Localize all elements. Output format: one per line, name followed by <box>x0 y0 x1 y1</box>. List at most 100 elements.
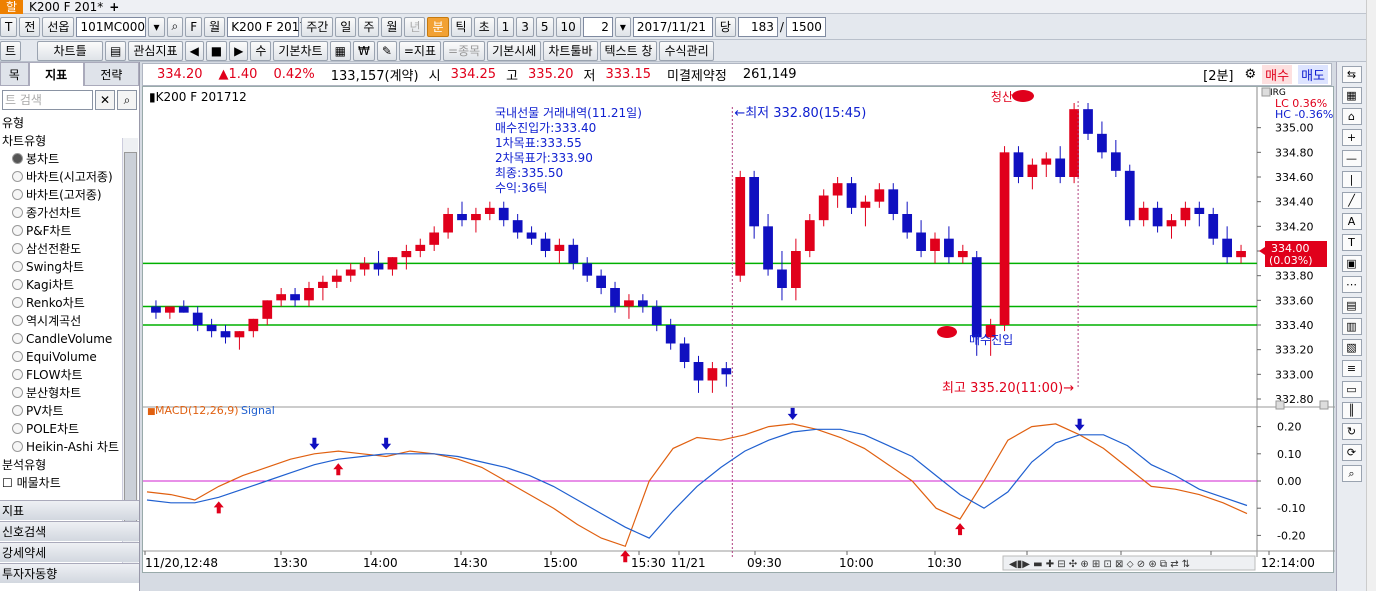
candle-body[interactable] <box>359 263 370 270</box>
app-tab-icon[interactable]: 할 <box>0 0 24 14</box>
dropdown-icon[interactable]: ▾ <box>148 16 165 37</box>
t-button[interactable]: T <box>0 16 18 37</box>
trendline-icon[interactable]: ╱ <box>1341 192 1362 209</box>
candle-body[interactable] <box>707 368 718 381</box>
auto-icon[interactable]: A <box>1341 213 1362 230</box>
chart-type-item[interactable]: 종가선차트 <box>0 204 122 222</box>
basic-quote-button[interactable]: 기본시세 <box>487 40 542 61</box>
candle-body[interactable] <box>624 300 634 307</box>
candle-body[interactable] <box>373 263 384 270</box>
refresh-icon[interactable]: ⟳ <box>1341 444 1362 461</box>
candle-body[interactable] <box>164 306 175 313</box>
candle-body[interactable] <box>1083 109 1093 134</box>
candle-body[interactable] <box>665 325 676 344</box>
candle-body[interactable] <box>331 275 342 282</box>
fx-icon[interactable]: F <box>185 16 203 37</box>
window-title[interactable]: K200 F 201* <box>29 0 103 14</box>
sync-icon[interactable]: ⇆ <box>1341 66 1362 83</box>
price-pane[interactable] <box>143 87 1257 407</box>
count-input[interactable]: 183 <box>737 16 778 37</box>
candle-body[interactable] <box>1222 238 1233 258</box>
candle-body[interactable] <box>345 269 356 276</box>
chart-type-item[interactable]: PV차트 <box>0 402 122 420</box>
candle-body[interactable] <box>1027 164 1038 177</box>
settings-icon[interactable]: ⚙ <box>1245 67 1257 82</box>
period-tab[interactable]: 틱 <box>450 16 472 37</box>
chart-type-item[interactable]: EquiVolume <box>0 348 122 366</box>
su-button[interactable]: 수 <box>250 40 272 61</box>
candle-body[interactable] <box>888 189 899 214</box>
list-button[interactable]: 트 <box>0 40 22 61</box>
candle-body[interactable] <box>471 214 481 221</box>
pane-max-icon[interactable] <box>1275 400 1285 410</box>
section-signal[interactable]: 신호검색 <box>0 521 139 541</box>
candle-body[interactable] <box>415 244 426 251</box>
interval-button[interactable]: 3 <box>516 16 534 37</box>
candle-body[interactable] <box>777 269 787 289</box>
chart-panel[interactable]: 335.00334.80334.60334.40334.20334.00333.… <box>142 86 1335 573</box>
chart-type-item[interactable]: FLOW차트 <box>0 366 122 384</box>
candle-body[interactable] <box>679 343 690 363</box>
group-analysis[interactable]: 분석유형 <box>0 456 122 474</box>
total-input[interactable]: 1500 <box>785 16 826 37</box>
candle-body[interactable] <box>651 306 662 326</box>
crosshair-icon[interactable]: + <box>1341 129 1362 146</box>
pane-min-icon[interactable] <box>1261 87 1271 97</box>
candle-body[interactable] <box>1124 170 1135 221</box>
interval-button[interactable]: 1 <box>496 16 515 37</box>
candle-body[interactable] <box>832 183 843 196</box>
basic-chart-button[interactable]: 기본차트 <box>273 40 328 61</box>
period-tab[interactable]: 일 <box>335 16 357 37</box>
candle-body[interactable] <box>554 244 565 251</box>
table-icon[interactable]: ▥ <box>1341 318 1362 335</box>
text-window-button[interactable]: 텍스트 창 <box>599 40 658 61</box>
candle-body[interactable] <box>721 368 732 375</box>
prev-button[interactable]: ◀ <box>184 40 204 61</box>
add-tab-button[interactable]: + <box>109 0 119 14</box>
chart-type-item[interactable]: 삼선전환도 <box>0 240 122 258</box>
candle-body[interactable] <box>1097 133 1107 153</box>
candle-body[interactable] <box>1041 158 1052 165</box>
candle-body[interactable] <box>971 257 982 338</box>
search-input[interactable]: 트 검색 <box>2 90 93 110</box>
window-scrollbar[interactable] <box>1366 0 1376 591</box>
indicator-button[interactable]: =지표 <box>398 40 442 61</box>
entry-marker[interactable] <box>937 326 957 338</box>
layout-icon[interactable]: ▦ <box>1341 87 1362 104</box>
tab-indicator[interactable]: 지표 <box>28 62 84 86</box>
month-button[interactable]: 월 <box>204 16 226 37</box>
checkbox-icon[interactable]: ▾ <box>614 16 631 37</box>
candle-body[interactable] <box>457 214 467 221</box>
analysis-item[interactable]: ☐ 매물차트 <box>0 474 122 492</box>
vline-icon[interactable]: | <box>1341 171 1362 188</box>
period-tab[interactable]: 월 <box>381 16 403 37</box>
candle-body[interactable] <box>1166 220 1177 227</box>
doc-icon[interactable]: ▧ <box>1341 339 1362 356</box>
sell-button[interactable]: 매도 <box>1298 65 1328 84</box>
candle-body[interactable] <box>846 183 857 208</box>
line-icon[interactable]: — <box>1341 150 1362 167</box>
pane-close-icon[interactable] <box>1319 400 1329 410</box>
next-button[interactable]: ▶ <box>229 40 249 61</box>
seonop-button[interactable]: 선옵 <box>42 16 75 37</box>
chart-type-item[interactable]: 역시계곡선 <box>0 312 122 330</box>
watchlist-button[interactable]: 관심지표 <box>128 40 183 61</box>
candle-body[interactable] <box>902 214 913 233</box>
chart-type-item[interactable]: 봉차트 <box>0 150 122 168</box>
candle-body[interactable] <box>512 220 523 233</box>
exit-marker[interactable] <box>1012 90 1034 102</box>
cycle-icon[interactable]: ↻ <box>1341 423 1362 440</box>
grid-icon[interactable]: ▤ <box>1341 297 1362 314</box>
candle-body[interactable] <box>582 263 593 276</box>
candle-body[interactable] <box>248 318 259 332</box>
search-icon[interactable]: ⌕ <box>166 16 184 37</box>
candle-body[interactable] <box>151 306 161 313</box>
chart-type-item[interactable]: POLE차트 <box>0 420 122 438</box>
zoom-icon[interactable]: ⌕ <box>1341 465 1362 482</box>
candle-body[interactable] <box>568 244 579 264</box>
interval-select[interactable]: 2 <box>582 16 613 37</box>
chart-type-item[interactable]: Heikin-Ashi 차트 <box>0 438 122 456</box>
chart-type-item[interactable]: CandleVolume <box>0 330 122 348</box>
candle-body[interactable] <box>596 275 606 288</box>
fibonacci-icon[interactable]: ⋯ <box>1341 276 1362 293</box>
